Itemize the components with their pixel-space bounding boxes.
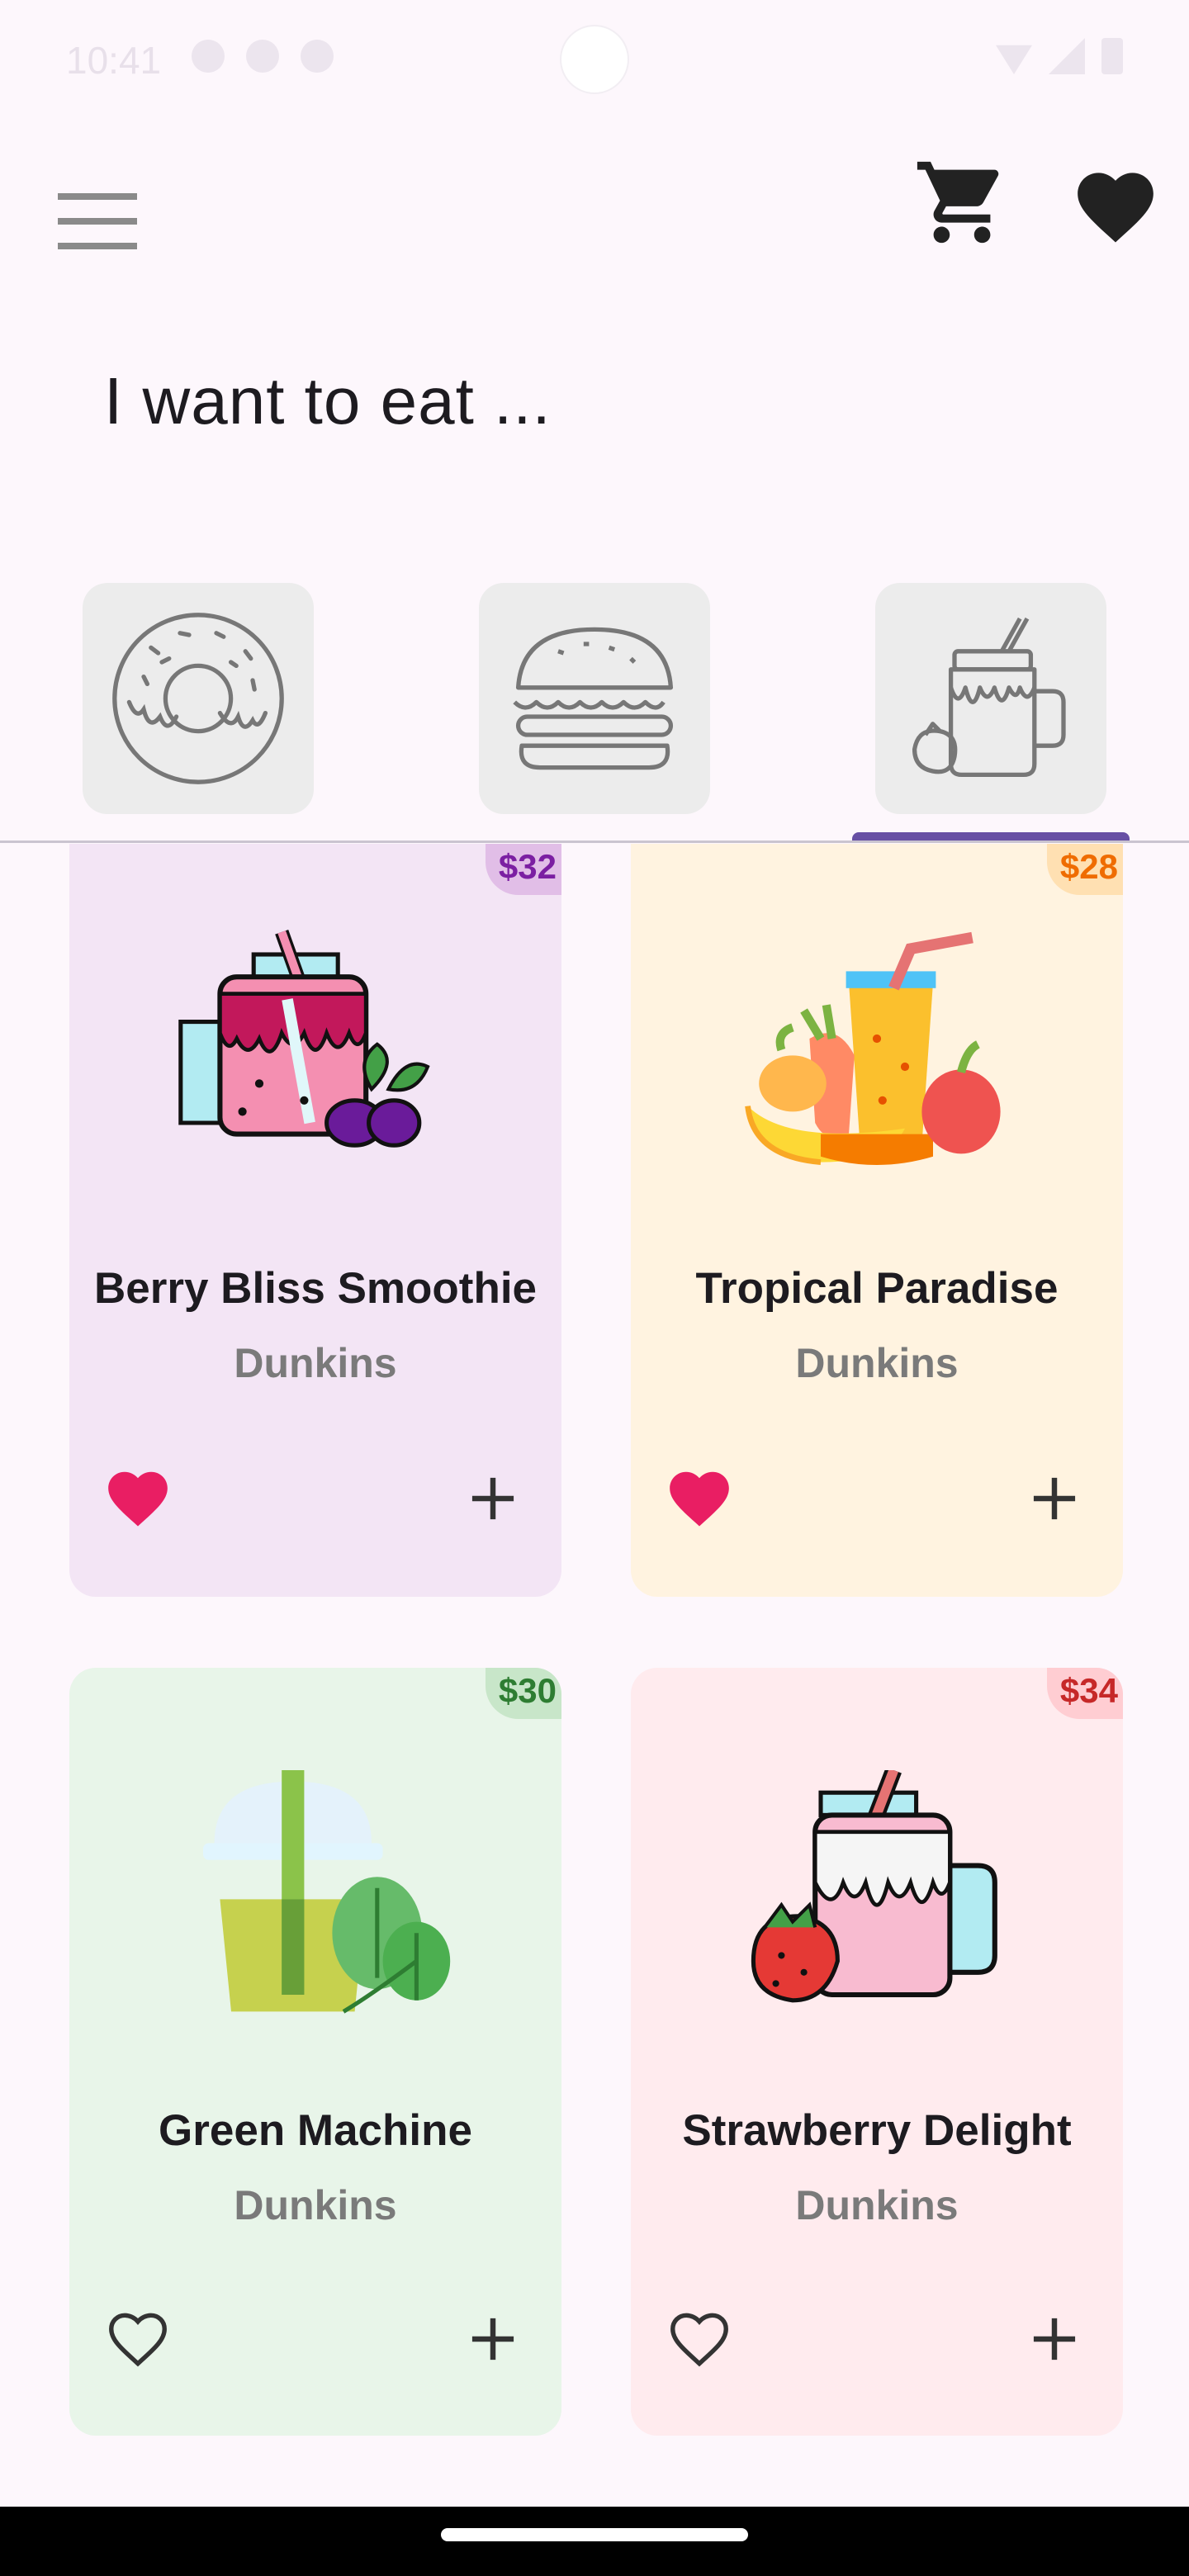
product-card-green-machine[interactable]: $30 Green Machine Dunkins (69, 1668, 561, 2436)
status-icons-right (996, 38, 1123, 74)
category-tab-burger[interactable] (479, 583, 710, 814)
add-to-cart-plus-icon[interactable] (457, 2304, 528, 2375)
product-card-strawberry-delight[interactable]: $34 Strawberry Delight Dunkins (631, 1668, 1123, 2436)
dnd-icon (192, 40, 225, 73)
sd-card-icon (246, 40, 279, 73)
price-badge: $28 (1046, 844, 1123, 895)
strawberry-shake-image (751, 1770, 997, 2003)
berry-smoothie-image (178, 929, 430, 1148)
tropical-juice-image (745, 931, 1001, 1165)
shopping-cart-icon[interactable] (913, 154, 1011, 251)
product-name: Strawberry Delight (682, 2106, 1072, 2155)
sync-icon (301, 40, 334, 73)
donut-icon (112, 613, 284, 784)
add-to-cart-plus-icon[interactable] (1019, 1463, 1090, 1534)
green-smoothie-image (203, 1770, 451, 2014)
page-headline: I want to eat ... (104, 364, 552, 438)
price-badge: $30 (485, 1668, 561, 1719)
favorite-toggle-outline-heart-icon[interactable] (102, 2304, 173, 2375)
category-tab-donut[interactable] (83, 583, 314, 814)
product-card-tropical-paradise[interactable]: $28 Tropical Paradise Dunkins (631, 844, 1123, 1597)
battery-icon (1101, 38, 1123, 74)
home-gesture-handle[interactable] (441, 2528, 748, 2541)
product-vendor: Dunkins (234, 1340, 397, 1386)
price-badge: $32 (485, 844, 561, 895)
product-name: Berry Bliss Smoothie (93, 1264, 538, 1313)
product-vendor: Dunkins (234, 2182, 397, 2228)
camera-cutout (561, 26, 628, 92)
signal-icon (1049, 38, 1085, 74)
favorites-heart-icon[interactable] (1070, 160, 1161, 246)
product-vendor: Dunkins (795, 2182, 959, 2228)
top-app-bar (0, 124, 1189, 305)
tab-divider (0, 841, 1189, 843)
burger-icon (513, 627, 674, 770)
price-badge: $34 (1046, 1668, 1123, 1719)
favorite-toggle-filled-heart-icon[interactable] (102, 1463, 173, 1534)
product-name: Green Machine (159, 2106, 472, 2155)
product-vendor: Dunkins (795, 1340, 959, 1386)
product-card-berry-bliss[interactable]: $32 Berry Bliss Smoothie Dunkins (69, 844, 561, 1597)
add-to-cart-plus-icon[interactable] (1019, 2304, 1090, 2375)
favorite-toggle-filled-heart-icon[interactable] (664, 1463, 735, 1534)
add-to-cart-plus-icon[interactable] (457, 1463, 528, 1534)
category-tab-smoothie[interactable] (875, 583, 1106, 814)
favorite-toggle-outline-heart-icon[interactable] (664, 2304, 735, 2375)
status-bar: 10:41 (0, 0, 1189, 124)
hamburger-menu-icon[interactable] (58, 193, 137, 251)
product-name: Tropical Paradise (695, 1264, 1059, 1313)
wifi-icon (996, 45, 1032, 74)
status-icons-left (192, 40, 334, 73)
status-time: 10:41 (66, 39, 162, 82)
smoothie-jar-icon (912, 617, 1066, 778)
system-navigation-bar (0, 2507, 1189, 2576)
